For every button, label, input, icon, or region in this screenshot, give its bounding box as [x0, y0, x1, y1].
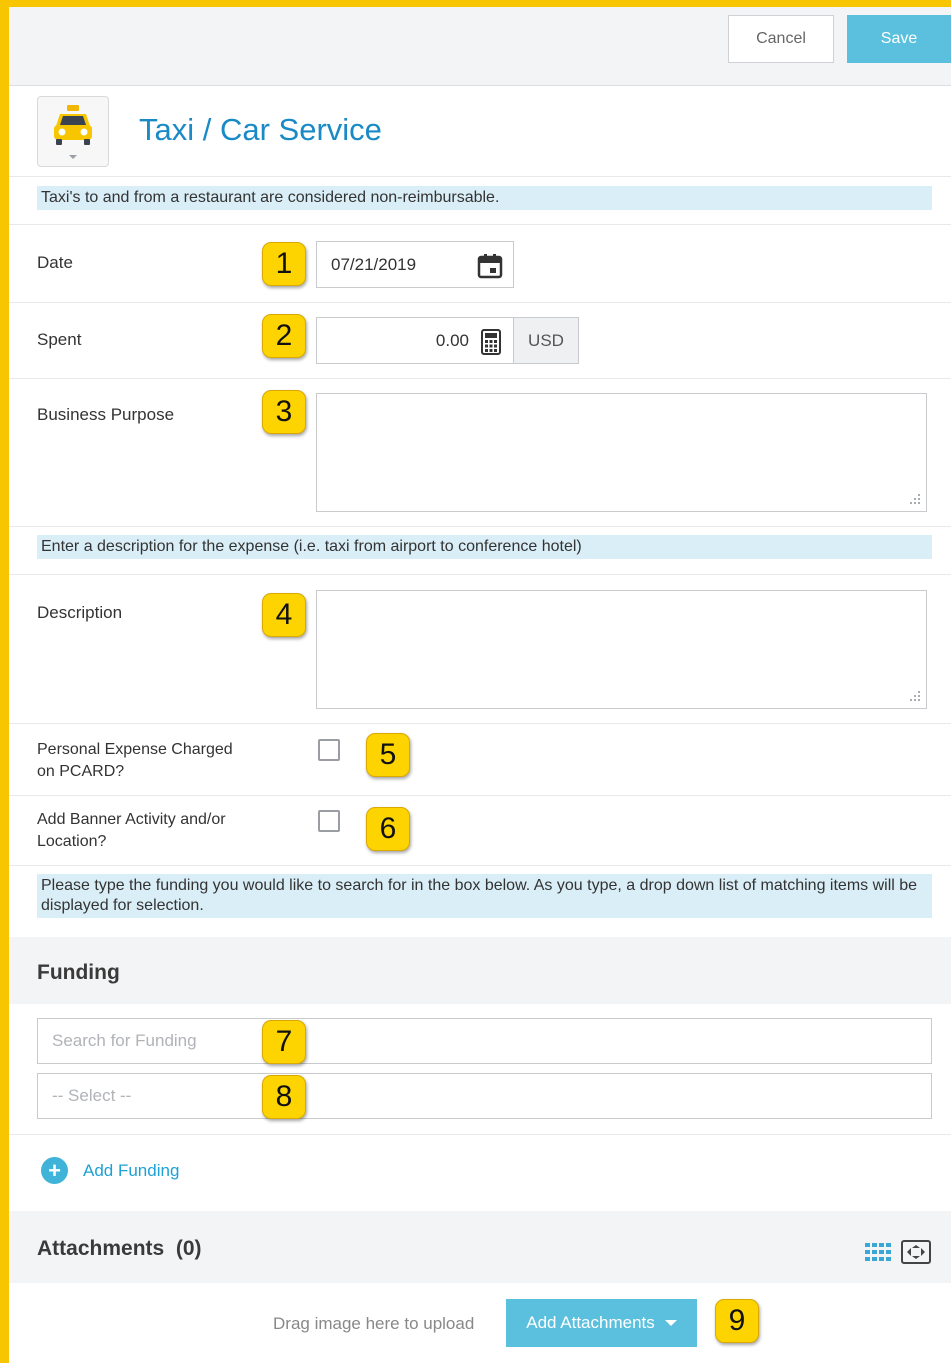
callout-badge: 7	[262, 1020, 306, 1064]
divider	[9, 176, 951, 177]
attachments-section-header: Attachments (0)	[9, 1211, 951, 1283]
expense-category-picker[interactable]	[37, 96, 109, 167]
divider	[9, 574, 951, 575]
spent-input[interactable]: 0.00	[316, 317, 514, 364]
callout-badge: 1	[262, 242, 306, 286]
date-input[interactable]: 07/21/2019	[316, 241, 514, 288]
description-label: Description	[37, 603, 123, 622]
attachments-count: (0)	[175, 1237, 202, 1260]
divider	[9, 224, 951, 225]
callout-badge: 8	[262, 1075, 306, 1119]
business-purpose-label: Business Purpose	[37, 405, 175, 424]
callout-badge: 2	[262, 314, 306, 358]
divider	[9, 302, 951, 303]
personal-expense-label: Personal Expense Charged on PCARD?	[37, 741, 233, 780]
grid-view-icon[interactable]	[865, 1243, 891, 1261]
divider	[9, 723, 951, 724]
callout-badge: 5	[366, 733, 410, 777]
resize-grip-icon[interactable]	[906, 690, 922, 704]
banner-activity-checkbox[interactable]	[318, 810, 340, 832]
funding-notice: Please type the funding you would like t…	[37, 874, 932, 918]
cancel-button[interactable]: Cancel	[728, 15, 834, 63]
funding-search-input[interactable]: Search for Funding	[37, 1018, 932, 1064]
divider	[9, 378, 951, 379]
funding-title: Funding	[37, 961, 120, 984]
resize-grip-icon[interactable]	[906, 493, 922, 507]
taxi-icon	[54, 104, 92, 159]
caret-down-icon	[664, 1320, 677, 1326]
calculator-icon[interactable]	[481, 329, 501, 355]
add-attachments-button[interactable]: Add Attachments	[506, 1299, 697, 1347]
divider	[9, 1134, 951, 1135]
divider	[9, 865, 951, 866]
callout-badge: 4	[262, 593, 306, 637]
drag-upload-text: Drag image here to upload	[273, 1314, 475, 1333]
expand-view-icon[interactable]	[901, 1240, 931, 1264]
add-funding-button[interactable]: + Add Funding	[41, 1157, 179, 1184]
currency-selector[interactable]: USD	[513, 317, 579, 364]
calendar-icon[interactable]	[477, 253, 503, 279]
callout-badge: 9	[715, 1299, 759, 1343]
banner-activity-label: Add Banner Activity and/or Location?	[37, 811, 226, 850]
callout-badge: 3	[262, 390, 306, 434]
personal-expense-checkbox[interactable]	[318, 739, 340, 761]
callout-badge: 6	[366, 807, 410, 851]
divider	[9, 795, 951, 796]
add-funding-label: Add Funding	[83, 1160, 180, 1180]
divider	[9, 526, 951, 527]
attachments-title: Attachments (0)	[37, 1237, 202, 1260]
description-textarea[interactable]	[316, 590, 927, 709]
page-title: Taxi / Car Service	[139, 112, 382, 147]
date-value: 07/21/2019	[331, 254, 417, 274]
restaurant-notice: Taxi's to and from a restaurant are cons…	[37, 186, 932, 210]
spent-value: 0.00	[435, 331, 469, 350]
spent-label: Spent	[37, 330, 82, 349]
plus-circle-icon: +	[41, 1157, 68, 1184]
business-purpose-textarea[interactable]	[316, 393, 927, 512]
description-notice: Enter a description for the expense (i.e…	[37, 535, 932, 559]
save-button[interactable]: Save	[847, 15, 951, 63]
funding-section-header: Funding	[9, 937, 951, 1004]
funding-select[interactable]: -- Select --	[37, 1073, 932, 1119]
date-label: Date	[37, 253, 73, 272]
